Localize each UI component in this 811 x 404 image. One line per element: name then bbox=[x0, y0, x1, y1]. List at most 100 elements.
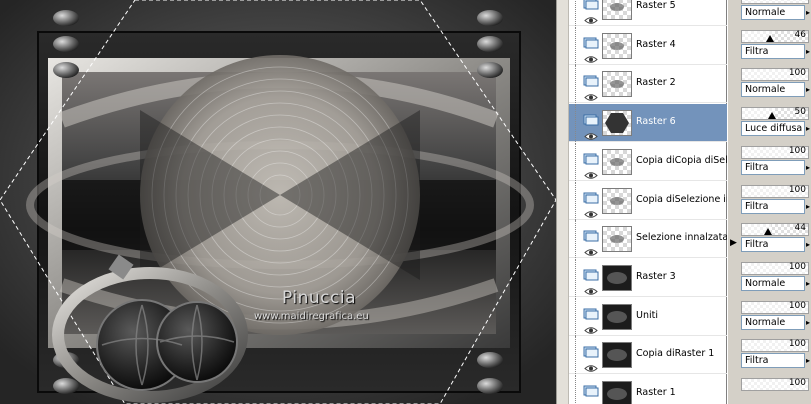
layer-type-icon[interactable] bbox=[583, 189, 599, 203]
layer-props-row: 100 Filtra ▸ bbox=[739, 338, 811, 376]
eye-icon[interactable] bbox=[584, 126, 598, 140]
dropdown-arrow-icon[interactable]: ▸ bbox=[805, 275, 811, 291]
layer-row[interactable]: Selezione innalzata bbox=[569, 220, 727, 259]
opacity-value: 50 bbox=[794, 107, 806, 118]
layer-name[interactable]: Raster 6 bbox=[636, 116, 727, 127]
dropdown-arrow-icon[interactable]: ▸ bbox=[805, 43, 811, 59]
opacity-slider[interactable]: 100 bbox=[741, 261, 809, 275]
layer-row[interactable]: Uniti bbox=[569, 297, 727, 336]
layer-type-icon[interactable] bbox=[583, 227, 599, 242]
blend-mode-select[interactable]: Normale bbox=[741, 314, 805, 330]
eye-icon[interactable] bbox=[584, 242, 598, 256]
layer-row[interactable]: Raster 4 bbox=[569, 26, 727, 65]
image-canvas[interactable]: Pinuccia www.maidiregrafica.eu bbox=[0, 0, 556, 404]
layer-type-icon[interactable] bbox=[583, 150, 599, 165]
layers-panel: Raster 5 Raster 4 Raster 2 Raster 6 Copia di… bbox=[569, 0, 811, 404]
layer-row[interactable]: Raster 6 bbox=[569, 104, 727, 143]
blend-mode-select[interactable]: Filtra bbox=[741, 43, 805, 59]
opacity-slider[interactable]: 100 bbox=[741, 0, 809, 4]
eye-icon[interactable] bbox=[584, 281, 598, 295]
layer-row[interactable]: Raster 2 bbox=[569, 65, 727, 104]
dropdown-arrow-icon[interactable]: ▸ bbox=[805, 353, 811, 369]
layer-type-icon[interactable] bbox=[583, 34, 599, 49]
dropdown-arrow-icon[interactable]: ▸ bbox=[805, 314, 811, 330]
layer-type-icon[interactable] bbox=[583, 111, 599, 126]
layer-row[interactable]: Copia diSelezione inna bbox=[569, 181, 727, 220]
layer-thumbnail bbox=[602, 32, 632, 59]
blend-mode-select[interactable]: Filtra bbox=[741, 198, 805, 214]
layer-type-icon[interactable] bbox=[583, 343, 599, 358]
tree-line bbox=[575, 142, 583, 181]
dropdown-arrow-icon[interactable]: ▸ bbox=[805, 121, 811, 137]
opacity-slider[interactable]: 100 bbox=[741, 145, 809, 159]
eye-icon[interactable] bbox=[584, 358, 598, 373]
opacity-slider[interactable]: 100 bbox=[741, 339, 809, 353]
opacity-slider[interactable]: 100 bbox=[741, 300, 809, 314]
layer-properties: 100Normale▸46Filtra▸100Normale▸50Luce di… bbox=[739, 0, 811, 404]
opacity-value: 100 bbox=[788, 261, 806, 272]
layer-thumbnail bbox=[602, 187, 632, 214]
dropdown-arrow-icon[interactable]: ▸ bbox=[805, 159, 811, 175]
layer-row[interactable]: Copia diRaster 1 bbox=[569, 336, 727, 375]
blend-mode-select[interactable]: Normale bbox=[741, 275, 805, 291]
layer-name[interactable]: Selezione innalzata bbox=[636, 232, 727, 243]
dropdown-arrow-icon[interactable]: ▸ bbox=[805, 5, 811, 20]
layer-name[interactable]: Raster 3 bbox=[636, 271, 727, 282]
tree-line bbox=[575, 220, 583, 259]
expand-arrow-icon[interactable]: ▶ bbox=[730, 236, 737, 250]
eye-icon[interactable] bbox=[584, 49, 598, 63]
eye-icon[interactable] bbox=[584, 87, 598, 102]
layer-name[interactable]: Copia diRaster 1 bbox=[636, 348, 727, 359]
layer-thumbnail bbox=[602, 342, 632, 369]
opacity-slider[interactable]: 50 bbox=[741, 107, 809, 121]
blend-mode-select[interactable]: Filtra bbox=[741, 237, 805, 253]
eye-icon[interactable] bbox=[584, 320, 598, 334]
eye-icon[interactable] bbox=[584, 10, 598, 24]
opacity-value: 100 bbox=[788, 145, 806, 156]
layer-name[interactable]: Raster 4 bbox=[636, 39, 727, 50]
layer-name[interactable]: Copia diSelezione inna bbox=[636, 194, 727, 205]
eye-icon[interactable] bbox=[584, 204, 598, 218]
layer-type-icon[interactable] bbox=[583, 305, 599, 320]
slider-thumb-icon[interactable] bbox=[768, 112, 776, 120]
layer-name[interactable]: Raster 1 bbox=[636, 387, 727, 398]
opacity-slider[interactable]: 100 bbox=[741, 184, 809, 198]
layer-props-row: 100 Filtra ▸ bbox=[739, 184, 811, 222]
layer-name[interactable]: Raster 2 bbox=[636, 77, 727, 88]
slider-thumb-icon[interactable] bbox=[765, 34, 774, 42]
opacity-value: 100 bbox=[788, 68, 806, 79]
layer-name[interactable]: Uniti bbox=[636, 310, 727, 321]
layer-row[interactable]: Copia diCopia diSelez bbox=[569, 142, 727, 181]
layer-row[interactable]: Raster 5 bbox=[569, 0, 727, 26]
layer-name[interactable]: Raster 5 bbox=[636, 0, 727, 11]
opacity-value: 44 bbox=[794, 223, 806, 234]
layer-name[interactable]: Copia diCopia diSelez bbox=[636, 155, 727, 166]
eye-icon[interactable] bbox=[584, 397, 598, 404]
layer-type-icon[interactable] bbox=[583, 382, 599, 397]
layer-type-icon[interactable] bbox=[583, 72, 599, 87]
blend-mode-select[interactable]: Luce diffusa bbox=[741, 121, 805, 137]
blend-mode-select[interactable]: Normale bbox=[741, 82, 805, 98]
layer-props-row: 100 Normale▸ bbox=[739, 261, 811, 299]
layer-row[interactable]: Raster 3 bbox=[569, 258, 727, 297]
blend-mode-select[interactable]: Normale bbox=[741, 5, 805, 20]
dropdown-arrow-icon[interactable]: ▸ bbox=[805, 198, 811, 214]
slider-thumb-icon[interactable] bbox=[764, 228, 773, 236]
panel-splitter[interactable]: ▶ bbox=[727, 0, 739, 404]
dropdown-arrow-icon[interactable]: ▸ bbox=[805, 237, 811, 253]
blend-mode-select[interactable]: Filtra bbox=[741, 353, 805, 369]
layer-props-row: 100 Normale▸ bbox=[739, 0, 811, 28]
tree-line bbox=[575, 375, 583, 404]
eye-icon[interactable] bbox=[584, 165, 598, 179]
opacity-slider[interactable]: 44 bbox=[741, 223, 809, 237]
layer-type-icon[interactable] bbox=[583, 0, 599, 10]
opacity-slider[interactable]: 100 bbox=[741, 68, 809, 82]
opacity-slider[interactable]: 100 bbox=[741, 378, 809, 391]
canvas-vertical-scrollbar[interactable] bbox=[556, 0, 569, 404]
blend-mode-select[interactable]: Filtra bbox=[741, 159, 805, 175]
layer-props-row: 44 Filtra ▸ bbox=[739, 222, 811, 260]
layer-type-icon[interactable] bbox=[583, 266, 599, 281]
opacity-slider[interactable]: 46 bbox=[741, 29, 809, 43]
dropdown-arrow-icon[interactable]: ▸ bbox=[805, 82, 811, 98]
layer-row[interactable]: Raster 1 bbox=[569, 375, 727, 404]
